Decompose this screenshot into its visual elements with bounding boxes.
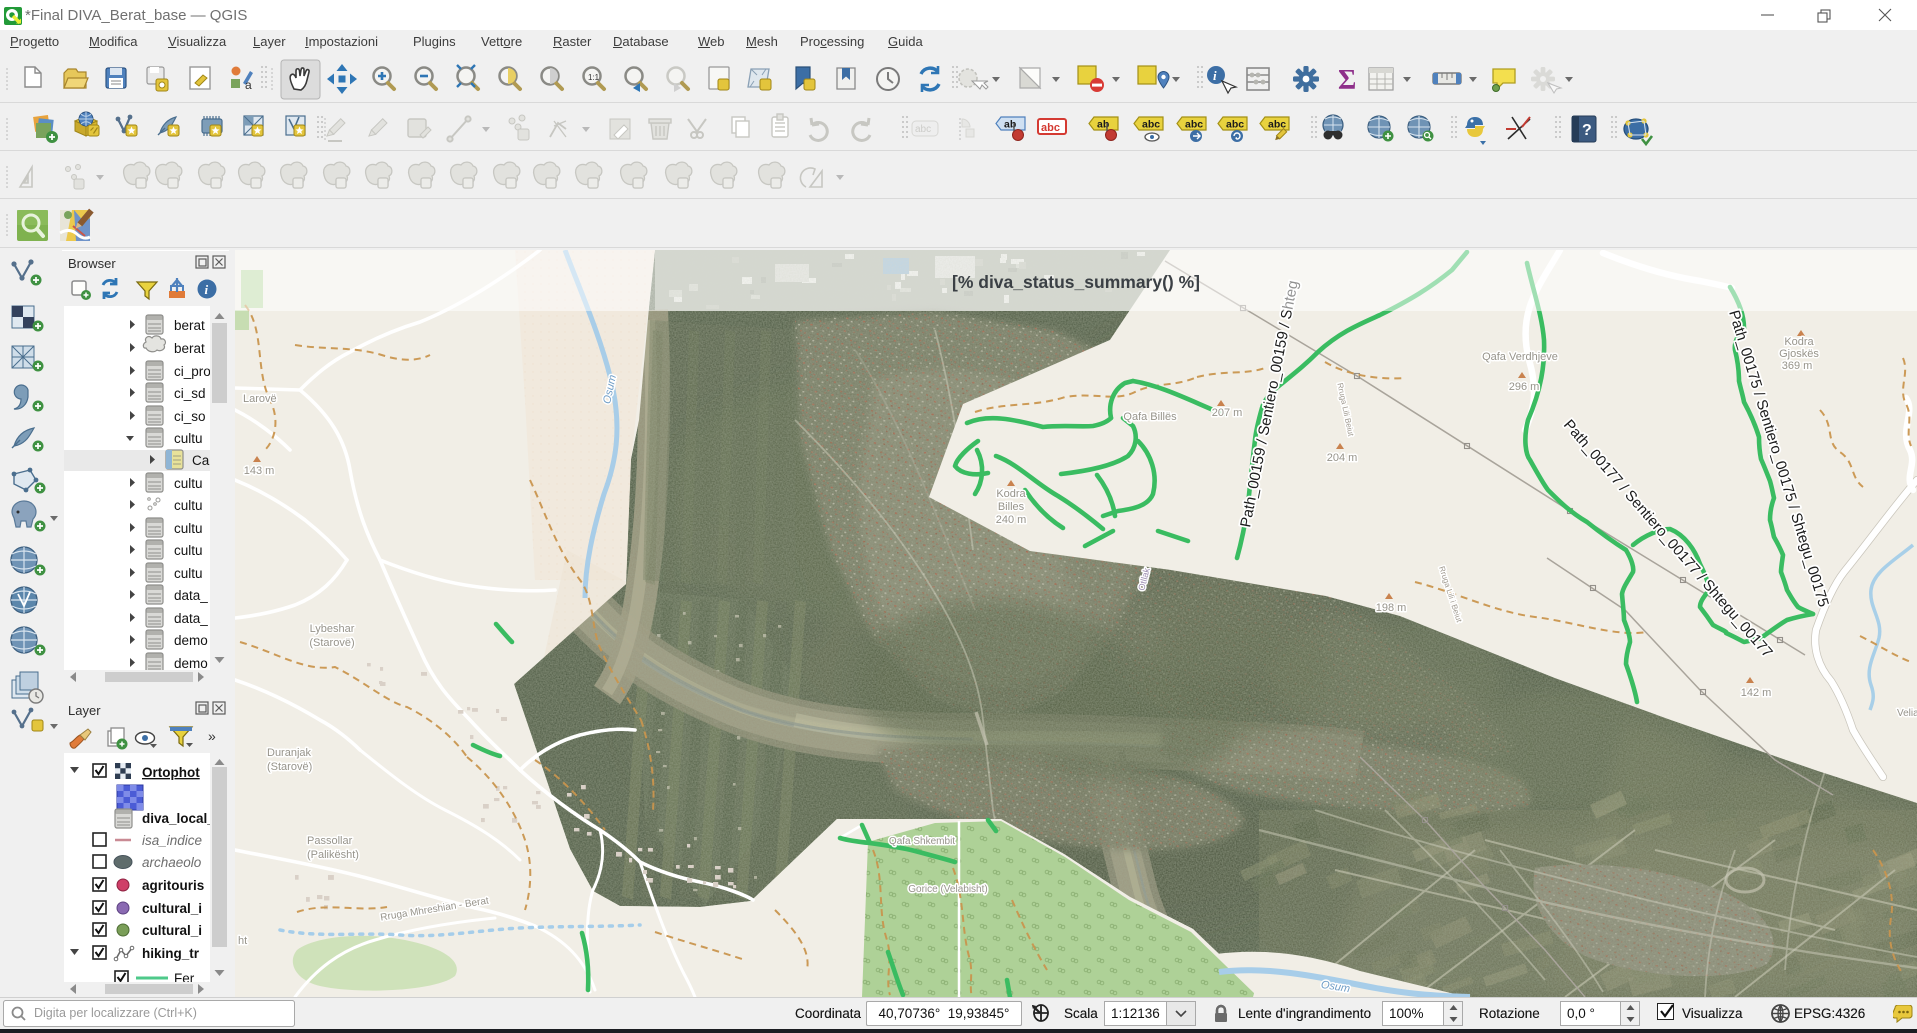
svg-text:204 m: 204 m bbox=[1327, 452, 1358, 464]
svg-text:cultural_i: cultural_i bbox=[142, 901, 202, 916]
svg-text:Gjoskës: Gjoskës bbox=[1779, 348, 1819, 360]
svg-text:240 m: 240 m bbox=[996, 514, 1027, 526]
svg-text:296 m: 296 m bbox=[1509, 381, 1540, 393]
svg-text:(Starovë): (Starovë) bbox=[309, 637, 354, 649]
svg-text:Ortophot: Ortophot bbox=[142, 765, 200, 780]
svg-text:cultural_i: cultural_i bbox=[142, 923, 202, 938]
svg-text:ci_so: ci_so bbox=[174, 409, 206, 424]
svg-text:abc: abc bbox=[915, 124, 931, 135]
svg-text:369 m: 369 m bbox=[1782, 360, 1813, 372]
svg-text:abc: abc bbox=[1041, 122, 1060, 134]
svg-text:1:1: 1:1 bbox=[588, 73, 600, 82]
svg-text:Kodra: Kodra bbox=[1784, 336, 1814, 348]
svg-text:i: i bbox=[205, 282, 209, 297]
svg-text:Duranjak: Duranjak bbox=[267, 747, 312, 759]
svg-text:»: » bbox=[208, 728, 216, 744]
svg-text:cultu: cultu bbox=[174, 543, 203, 558]
svg-text:data_: data_ bbox=[174, 611, 208, 626]
svg-text:Billes: Billes bbox=[998, 501, 1025, 513]
svg-text:berat: berat bbox=[174, 318, 205, 333]
svg-text:Qafa Billës: Qafa Billës bbox=[1123, 411, 1177, 423]
svg-text:data_: data_ bbox=[174, 588, 208, 603]
svg-text:cultu: cultu bbox=[174, 521, 203, 536]
svg-text:Ca: Ca bbox=[192, 453, 210, 468]
svg-text:Lybeshar: Lybeshar bbox=[310, 623, 355, 635]
svg-text:(Palikësht): (Palikësht) bbox=[307, 849, 359, 861]
svg-text:archaeolo: archaeolo bbox=[142, 855, 202, 870]
svg-text:ci_sd: ci_sd bbox=[174, 386, 206, 401]
svg-text:198 m: 198 m bbox=[1376, 602, 1407, 614]
svg-text:demo: demo bbox=[174, 656, 208, 671]
svg-text:Passollar: Passollar bbox=[307, 835, 353, 847]
svg-text:berat: berat bbox=[174, 341, 205, 356]
svg-text:?: ? bbox=[1582, 122, 1592, 139]
svg-text:cultu: cultu bbox=[174, 498, 203, 513]
svg-text:Larovë: Larovë bbox=[243, 393, 277, 405]
svg-text:207 m: 207 m bbox=[1212, 407, 1243, 419]
svg-text:isa_indice: isa_indice bbox=[142, 833, 202, 848]
svg-text:cultu: cultu bbox=[174, 431, 203, 446]
svg-text:abc: abc bbox=[1226, 119, 1244, 131]
svg-text:142 m: 142 m bbox=[1741, 687, 1772, 699]
svg-text:ci_pro: ci_pro bbox=[174, 364, 211, 379]
svg-text:Browser: Browser bbox=[68, 256, 116, 271]
svg-text:Qafa Verdhjeve: Qafa Verdhjeve bbox=[1482, 351, 1558, 363]
svg-text:(Starovë): (Starovë) bbox=[267, 761, 312, 773]
svg-text:cultu: cultu bbox=[174, 476, 203, 491]
svg-text:Kodra: Kodra bbox=[996, 488, 1026, 500]
svg-text:Qafa Shkembit: Qafa Shkembit bbox=[889, 836, 955, 847]
svg-text:cultu: cultu bbox=[174, 566, 203, 581]
svg-text:i: i bbox=[1213, 68, 1217, 83]
svg-text:Layer: Layer bbox=[68, 703, 101, 718]
svg-text:a: a bbox=[245, 78, 252, 92]
svg-text:abc: abc bbox=[1142, 119, 1160, 131]
svg-text:Velias (: Velias ( bbox=[1897, 708, 1917, 719]
svg-text:hiking_tr: hiking_tr bbox=[142, 946, 200, 961]
svg-text:Gorice (Velabisht): Gorice (Velabisht) bbox=[908, 884, 987, 895]
svg-text:ht: ht bbox=[238, 935, 247, 947]
svg-text:Σ: Σ bbox=[1338, 65, 1356, 96]
svg-text:143 m: 143 m bbox=[244, 465, 275, 477]
svg-text:agritouris: agritouris bbox=[142, 878, 204, 893]
svg-text:abc: abc bbox=[1185, 119, 1203, 131]
svg-text:demo: demo bbox=[174, 633, 208, 648]
svg-text:[% diva_status_summary() %]: [% diva_status_summary() %] bbox=[952, 272, 1200, 292]
